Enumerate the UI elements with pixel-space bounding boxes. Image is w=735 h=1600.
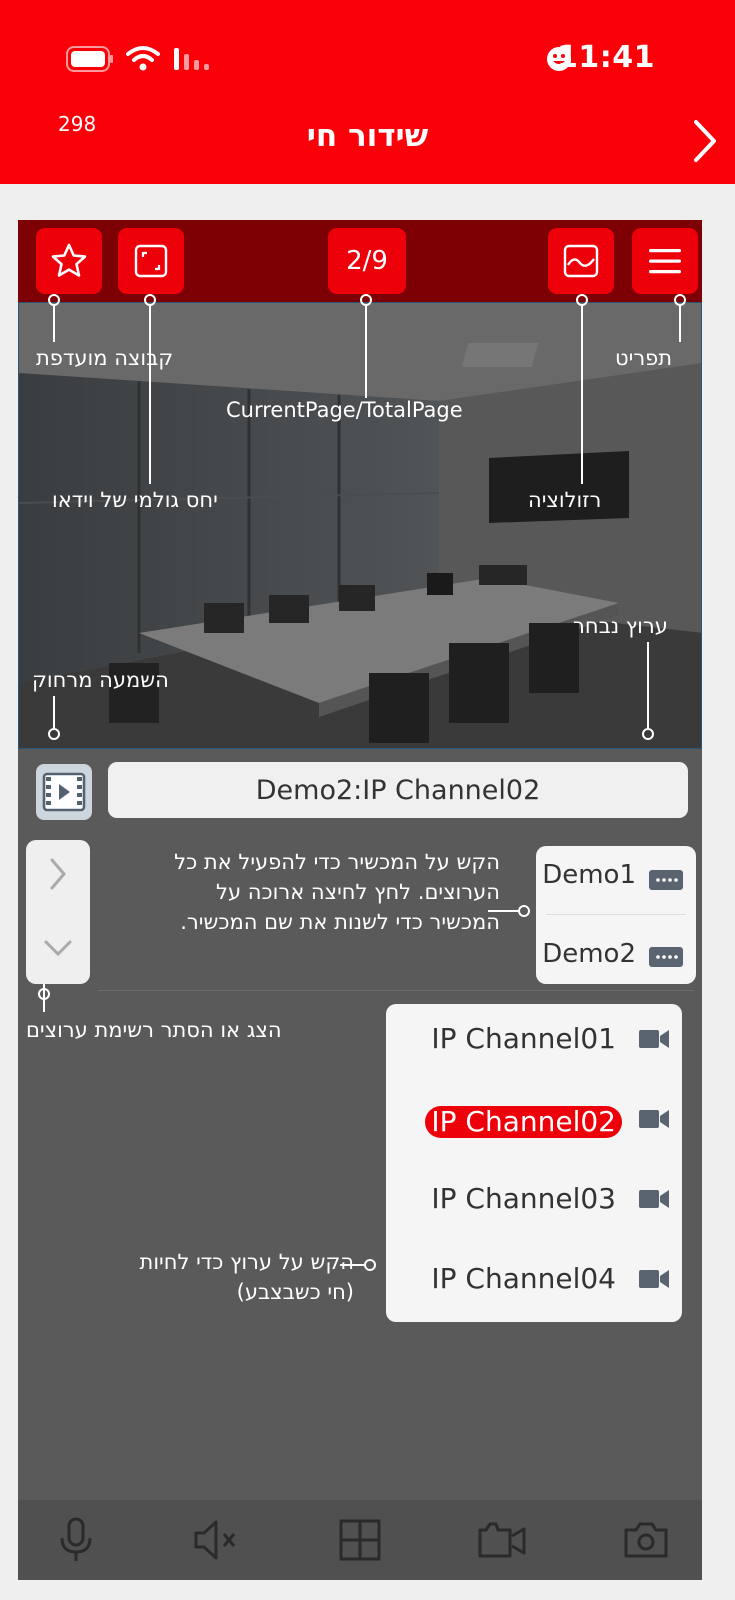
- list-toggle-box: [26, 840, 90, 984]
- channel-label: IP Channel01: [431, 1022, 616, 1055]
- toggle-list-annotation: הצג או הסתר רשימת ערוצים: [26, 1018, 282, 1042]
- resolution-button[interactable]: [548, 228, 614, 294]
- device-label: Demo2: [542, 939, 636, 969]
- channel-label: IP Channel03: [431, 1182, 616, 1215]
- signal-icon: [174, 48, 209, 70]
- page-indicator[interactable]: 2/9: [328, 228, 406, 294]
- chevron-right-icon[interactable]: [690, 118, 720, 164]
- channel-list: IP Channel01 IP Channel02 IP Channel03 I…: [386, 1004, 682, 1322]
- channel-row[interactable]: IP Channel03: [386, 1164, 682, 1244]
- mute-icon: [194, 1520, 236, 1560]
- device-tip-line-1: הקש על המכשיר כדי להפעיל את כל: [174, 850, 500, 874]
- device-row-demo2[interactable]: Demo2: [536, 915, 696, 984]
- app-header: 11:41 298 שידור חי: [0, 0, 735, 184]
- dvr-icon: [649, 870, 683, 890]
- menu-annotation: תפריט: [615, 346, 673, 370]
- hamburger-menu-icon: [649, 249, 681, 274]
- mute-button[interactable]: [188, 1512, 244, 1568]
- device-list: Demo1 Demo2: [536, 846, 696, 984]
- channel-tip-line-1: הקש על ערוץ כדי לחיות: [139, 1250, 354, 1274]
- channel-row-active[interactable]: IP Channel02: [386, 1084, 682, 1164]
- aspect-ratio-annotation: יחס גולמי של וידאו: [52, 488, 218, 512]
- channel-label: IP Channel04: [431, 1262, 616, 1295]
- chevron-right-icon[interactable]: [46, 856, 70, 892]
- chevron-down-icon[interactable]: [42, 936, 74, 960]
- device-tip-line-3: המכשיר כדי לשנות את שם המכשיר.: [180, 910, 500, 934]
- camera-capture-icon: [624, 1522, 668, 1558]
- channel-tip-line-2: (חי כשבצבע): [236, 1280, 354, 1304]
- camera-icon: [639, 1030, 669, 1048]
- channel-row[interactable]: IP Channel04: [386, 1244, 682, 1324]
- bottom-toolbar: [18, 1500, 702, 1580]
- film-play-icon: [42, 772, 86, 812]
- channel-label-active: IP Channel02: [425, 1106, 622, 1138]
- resolution-annotation: רזולוציה: [528, 488, 602, 512]
- favorite-group-annotation-a: מועדפת: [36, 346, 108, 370]
- device-label: Demo1: [542, 860, 636, 890]
- live-view-panel: 2/9 קבוצה מועדפת תפריט CurrentPage/Total…: [18, 220, 702, 1580]
- page-title: שידור חי: [306, 118, 429, 154]
- battery-icon: [66, 46, 113, 72]
- menu-button[interactable]: [632, 228, 698, 294]
- star-icon: [51, 243, 87, 277]
- grid-layout-button[interactable]: [332, 1512, 388, 1568]
- selected-channel-annotation: ערוץ נבחר: [573, 614, 668, 638]
- wifi-icon: [126, 46, 160, 71]
- aspect-ratio-button[interactable]: [118, 228, 184, 294]
- grid-icon: [339, 1519, 381, 1561]
- favorite-group-annotation: קבוצה מועדפת: [36, 346, 173, 370]
- dvr-icon: [649, 947, 683, 967]
- record-button[interactable]: [474, 1512, 530, 1568]
- selected-channel-bar[interactable]: Demo2:IP Channel02: [108, 762, 688, 818]
- live-toolbar: 2/9: [18, 220, 702, 302]
- favorite-button[interactable]: [36, 228, 102, 294]
- page-annotation: CurrentPage/TotalPage: [226, 398, 463, 422]
- device-tip-line-2: הערוצים. לחץ לחיצה ארוכה על: [216, 880, 500, 904]
- playback-button[interactable]: [36, 764, 92, 820]
- microphone-icon: [60, 1517, 92, 1561]
- record-icon: [478, 1522, 526, 1558]
- capture-button[interactable]: [618, 1512, 674, 1568]
- status-time: 11:41: [557, 40, 655, 75]
- camera-icon: [639, 1190, 669, 1208]
- aspect-ratio-icon: [134, 244, 168, 278]
- camera-icon: [639, 1270, 669, 1288]
- remote-listen-annotation: השמעה מרחוק: [32, 668, 169, 692]
- image-quality-icon: [563, 244, 599, 278]
- microphone-button[interactable]: [48, 1512, 104, 1568]
- favorite-group-annotation-b: קבוצה: [114, 346, 174, 370]
- device-row-demo1[interactable]: Demo1: [536, 846, 696, 915]
- camera-icon: [639, 1110, 669, 1128]
- channel-row[interactable]: IP Channel01: [386, 1004, 682, 1084]
